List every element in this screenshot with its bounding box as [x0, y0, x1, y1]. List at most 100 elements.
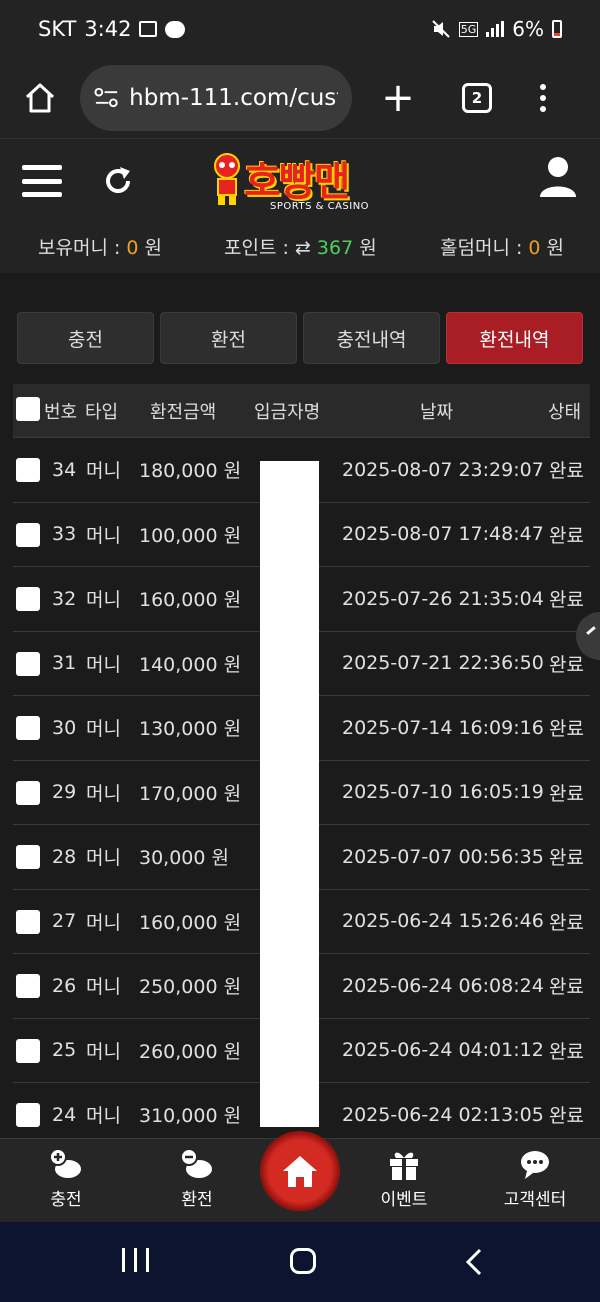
status-left: SKT 3:42: [38, 17, 186, 41]
select-all-checkbox[interactable]: [16, 397, 40, 421]
row-checkbox[interactable]: [16, 651, 40, 676]
android-home-button[interactable]: [290, 1248, 316, 1274]
tab-deposit-history[interactable]: 충전내역: [303, 312, 440, 364]
nav-event-label: 이벤트: [380, 1190, 428, 1210]
row-type: 머니: [86, 847, 121, 870]
header-date: 날짜: [420, 401, 454, 423]
balance-row: 보유머니 : 0 원 포인트 : ⇄ 367 원 홀덤머니 : 0 원: [0, 231, 600, 261]
chat-notification-icon: [165, 20, 186, 38]
row-num: 28: [52, 845, 77, 868]
header-status: 상태: [548, 401, 582, 423]
point-value: 367: [316, 236, 354, 259]
home-icon: [283, 1156, 317, 1187]
logo-title: 호빵맨: [244, 159, 350, 205]
row-num: 25: [52, 1039, 77, 1062]
header-depositor: 입금자명: [254, 401, 321, 423]
row-amount: 130,000 원: [139, 718, 242, 741]
row-checkbox[interactable]: [16, 716, 40, 740]
row-status: 완료: [549, 1040, 584, 1063]
row-date: 2025-06-24 15:26:46: [342, 910, 544, 933]
nav-support[interactable]: 고객센터: [490, 1147, 580, 1210]
site-logo[interactable]: 호빵맨 SPORTS & CASINO: [210, 149, 400, 219]
tab-withdraw[interactable]: 환전: [160, 312, 297, 364]
battery-icon: [552, 20, 562, 38]
site-settings-icon[interactable]: [94, 87, 119, 109]
row-type: 머니: [86, 524, 121, 547]
row-checkbox[interactable]: [16, 458, 40, 482]
row-num: 29: [52, 781, 77, 804]
row-checkbox[interactable]: [16, 909, 40, 934]
nav-deposit[interactable]: 충전: [21, 1147, 111, 1210]
row-status: 완료: [549, 782, 584, 805]
row-amount: 310,000 원: [139, 1105, 242, 1128]
row-type: 머니: [86, 718, 121, 741]
row-num: 26: [52, 974, 77, 997]
point-balance[interactable]: 포인트 : ⇄ 367 원: [224, 233, 377, 260]
tab-withdraw-history[interactable]: 환전내역: [446, 312, 583, 364]
exchange-arrows-icon[interactable]: ⇄: [295, 237, 317, 259]
user-profile-icon[interactable]: [538, 155, 578, 199]
row-date: 2025-07-26 21:35:04: [342, 587, 544, 610]
row-amount: 100,000 원: [139, 524, 242, 547]
row-num: 30: [52, 716, 77, 739]
tab-deposit[interactable]: 충전: [17, 312, 154, 364]
balance-money-value: 0: [126, 236, 139, 259]
redaction-block: [260, 461, 319, 1127]
browser-home-icon[interactable]: [18, 76, 62, 120]
recent-apps-button[interactable]: [122, 1248, 149, 1272]
row-checkbox[interactable]: [16, 845, 40, 869]
row-type: 머니: [86, 653, 121, 676]
row-num: 24: [52, 1103, 77, 1126]
gallery-notification-icon: [139, 21, 158, 37]
site-header: 호빵맨 SPORTS & CASINO 보유머니 : 0 원 포인트 : ⇄ 3…: [0, 138, 600, 273]
back-button[interactable]: [464, 1248, 486, 1276]
status-right: 5G 6%: [431, 17, 562, 41]
row-status: 완료: [549, 847, 584, 870]
piggy-plus-icon: [49, 1148, 81, 1178]
header-type: 타입: [85, 401, 119, 423]
row-checkbox[interactable]: [16, 974, 40, 998]
row-type: 머니: [86, 782, 121, 805]
nav-event[interactable]: 이벤트: [359, 1147, 449, 1210]
piggy-minus-icon: [180, 1148, 212, 1178]
row-num: 33: [52, 523, 77, 546]
row-amount: 30,000 원: [139, 847, 230, 870]
row-status: 완료: [549, 911, 584, 934]
row-checkbox[interactable]: [16, 522, 40, 547]
row-status: 완료: [549, 1105, 584, 1128]
browser-toolbar: hbm-111.com/cust + 2: [0, 58, 600, 138]
new-tab-button[interactable]: +: [380, 78, 416, 118]
balance-money: 보유머니 : 0 원: [38, 236, 163, 259]
header-num: 번호: [44, 401, 78, 423]
signal-icon: [486, 21, 505, 37]
row-checkbox[interactable]: [16, 1038, 40, 1063]
row-checkbox[interactable]: [16, 780, 40, 805]
row-type: 머니: [86, 1040, 121, 1063]
row-date: 2025-06-24 04:01:12: [342, 1039, 544, 1062]
nav-withdraw[interactable]: 환전: [152, 1147, 242, 1210]
hamburger-menu-icon[interactable]: [22, 165, 62, 197]
gift-icon: [390, 1152, 418, 1180]
nav-deposit-label: 충전: [50, 1190, 82, 1210]
row-type: 머니: [86, 911, 121, 934]
row-date: 2025-07-10 16:05:19: [342, 781, 544, 804]
row-checkbox[interactable]: [16, 587, 40, 611]
row-type: 머니: [86, 1105, 121, 1128]
row-status: 완료: [549, 653, 584, 676]
logo-subtitle: SPORTS & CASINO: [270, 201, 370, 212]
network-5g-icon: 5G: [458, 21, 479, 37]
status-bar: SKT 3:42 5G 6%: [0, 0, 600, 58]
nav-home-button[interactable]: [260, 1131, 340, 1211]
more-menu-button[interactable]: [540, 84, 546, 112]
row-amount: 260,000 원: [139, 1040, 242, 1063]
refresh-icon[interactable]: [100, 163, 136, 199]
row-checkbox[interactable]: [16, 1103, 40, 1127]
row-status: 완료: [549, 524, 584, 547]
tab-switcher-button[interactable]: 2: [462, 83, 492, 113]
row-num: 34: [52, 458, 77, 481]
row-amount: 140,000 원: [139, 653, 242, 676]
row-date: 2025-06-24 02:13:05: [342, 1103, 544, 1126]
url-bar[interactable]: hbm-111.com/cust: [80, 65, 352, 131]
row-status: 완료: [549, 976, 584, 999]
battery-percent: 6%: [512, 17, 544, 41]
